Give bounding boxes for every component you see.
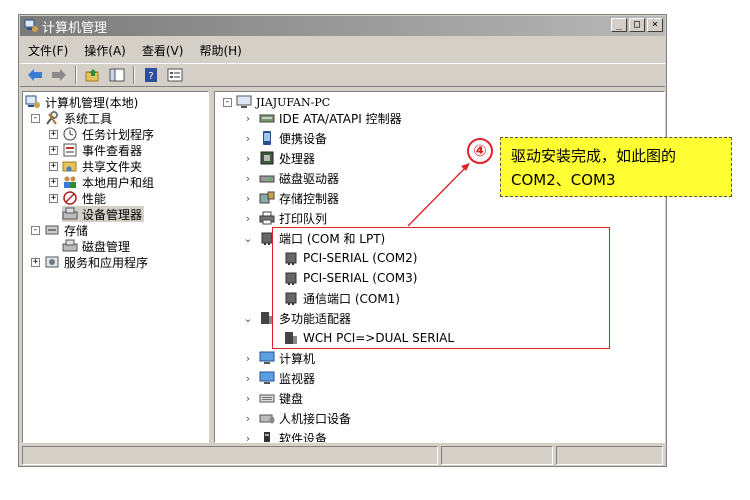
pointer-arrow [407,163,470,227]
annotation-line-2: COM2、COM3 [511,171,616,189]
annotation-note: 驱动安装完成，如此图的 COM2、COM3 [500,137,732,197]
step-badge: ④ [467,138,493,164]
annotation-line-1: 驱动安装完成，如此图的 [511,147,677,165]
